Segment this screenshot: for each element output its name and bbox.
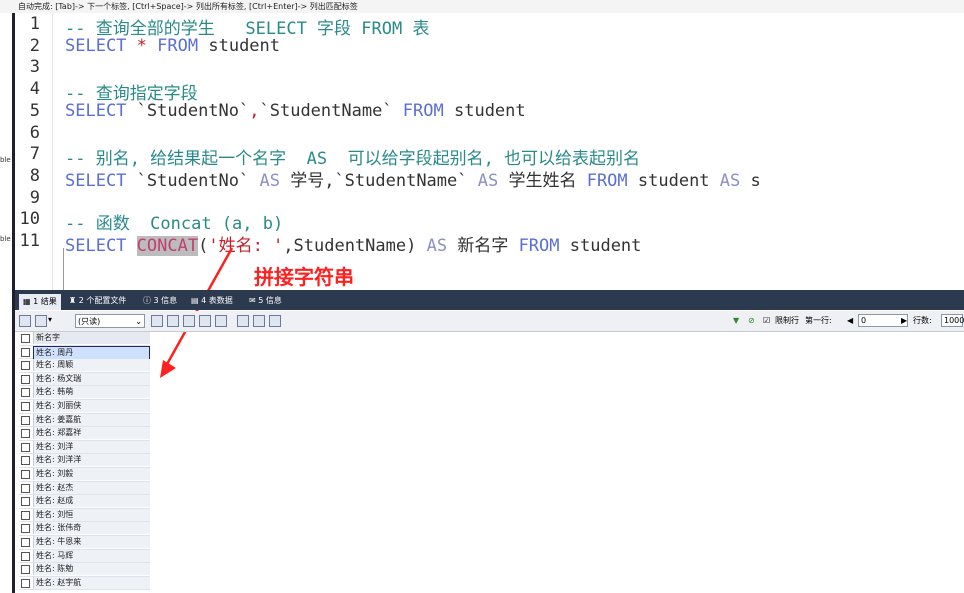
tab-info-2[interactable]: ✉ 5 信息 xyxy=(249,293,282,309)
row-checkbox[interactable] xyxy=(21,415,30,425)
paste-icon[interactable] xyxy=(167,315,179,327)
save-icon[interactable] xyxy=(183,315,195,327)
tab-profile[interactable]: ♜ 2 个配置文件 xyxy=(69,293,126,309)
chevron-down-icon: ⌄ xyxy=(135,317,142,326)
table-cell[interactable]: 姓名: 刘洋 xyxy=(33,440,150,453)
result-grid[interactable]: 新名字 姓名: 周丹 姓名: 周颖 姓名: 杨文瑞 姓名: 韩萌 姓名: 刘丽侠 姓名: … xyxy=(19,332,150,591)
table-cell[interactable]: 姓名: 牛恩来 xyxy=(33,535,150,548)
row-checkbox[interactable] xyxy=(21,388,30,398)
delete-icon[interactable] xyxy=(199,315,211,327)
info-2-tab-icon: ✉ xyxy=(249,296,256,305)
table-row[interactable]: 姓名: 刘恒 xyxy=(19,508,150,523)
limit-rows-checkbox[interactable]: ☑ xyxy=(763,314,770,328)
select-all-checkbox[interactable] xyxy=(21,334,30,343)
export-icon[interactable] xyxy=(35,315,47,327)
row-checkbox[interactable] xyxy=(21,483,30,493)
row-checkbox[interactable] xyxy=(21,361,30,371)
tab-info[interactable]: ⓘ 3 信息 xyxy=(143,293,177,309)
table-row[interactable]: 姓名: 周丹 xyxy=(19,345,150,360)
table-cell[interactable]: 姓名: 周颖 xyxy=(33,359,150,372)
tab-result[interactable]: ▦ 1 结果 xyxy=(19,294,61,310)
table-cell[interactable]: 姓名: 杨文瑞 xyxy=(33,372,150,385)
rows-label: 行数: xyxy=(913,316,932,325)
table-row[interactable]: 姓名: 赵杰 xyxy=(19,481,150,496)
table-cell[interactable]: 姓名: 刘丽侠 xyxy=(33,399,150,412)
table-row[interactable]: 姓名: 刘洋 xyxy=(19,440,150,455)
table-cell[interactable]: 姓名: 张伟奇 xyxy=(33,522,150,535)
next-page-icon[interactable]: ▶ xyxy=(901,314,907,328)
table-row[interactable]: 姓名: 郑嘉祥 xyxy=(19,427,150,441)
table-cell[interactable]: 姓名: 郑嘉祥 xyxy=(33,427,150,440)
text-mode-icon[interactable] xyxy=(269,315,281,327)
row-checkbox[interactable] xyxy=(21,429,30,439)
profile-tab-icon: ♜ xyxy=(69,296,77,305)
table-row[interactable]: 姓名: 赵宇航 xyxy=(19,576,150,591)
table-row[interactable]: 姓名: 姜嘉航 xyxy=(19,413,150,428)
copy-icon[interactable] xyxy=(151,315,163,327)
table-row[interactable]: 姓名: 刘丽侠 xyxy=(19,399,150,414)
row-checkbox[interactable] xyxy=(21,347,30,357)
result-tab-icon: ▦ xyxy=(23,297,31,306)
table-row[interactable]: 姓名: 牛恩来 xyxy=(19,535,150,550)
info-tab-icon: ⓘ xyxy=(143,296,151,305)
clear-filter-icon[interactable]: ⊘ xyxy=(748,314,755,328)
prev-page-icon[interactable]: ◀ xyxy=(847,314,853,328)
table-cell[interactable]: 姓名: 韩萌 xyxy=(33,386,150,399)
table-cell[interactable]: 姓名: 陈勉 xyxy=(33,563,150,576)
table-row[interactable]: 姓名: 张伟奇 xyxy=(19,522,150,536)
mode-select[interactable]: (只读) ⌄ xyxy=(75,314,145,328)
row-checkbox[interactable] xyxy=(21,551,30,561)
table-row[interactable]: 姓名: 韩萌 xyxy=(19,386,150,400)
limit-rows-label: 限制行 xyxy=(775,316,799,325)
table-cell[interactable]: 姓名: 刘恒 xyxy=(33,508,150,521)
table-cell[interactable]: 姓名: 刘毅 xyxy=(33,467,150,480)
grid-header-row: 新名字 xyxy=(19,332,150,346)
table-cell[interactable]: 姓名: 赵成 xyxy=(33,495,150,508)
table-row[interactable]: 姓名: 杨文瑞 xyxy=(19,372,150,387)
dropdown-arrow-icon[interactable]: ▾ xyxy=(48,313,52,327)
table-cell[interactable]: 姓名: 刘洋洋 xyxy=(33,454,150,467)
table-cell[interactable]: 姓名: 赵杰 xyxy=(33,481,150,494)
filter-icon[interactable]: ▼ xyxy=(733,314,739,328)
result-toolbar: ▾ (只读) ⌄ ▼ ⊘ ☑ 限制行 第一行: ◀ 0 ▶ 行数: 1000 xyxy=(15,311,964,332)
row-checkbox[interactable] xyxy=(21,442,30,452)
row-checkbox[interactable] xyxy=(21,401,30,411)
tab-table-data[interactable]: ▤ 4 表数据 xyxy=(191,293,233,309)
table-row[interactable]: 姓名: 刘洋洋 xyxy=(19,454,150,468)
rows-input[interactable]: 1000 xyxy=(941,314,964,327)
refresh-icon[interactable] xyxy=(215,315,227,327)
row-checkbox[interactable] xyxy=(21,374,30,384)
column-header[interactable]: 新名字 xyxy=(33,332,150,344)
first-row-label: 第一行: xyxy=(805,316,832,325)
grid-mode-icon[interactable] xyxy=(237,315,249,327)
row-checkbox[interactable] xyxy=(21,565,30,575)
table-cell[interactable]: 姓名: 赵宇航 xyxy=(33,576,150,589)
row-checkbox[interactable] xyxy=(21,578,30,588)
table-row[interactable]: 姓名: 刘毅 xyxy=(19,467,150,482)
table-cell[interactable]: 姓名: 马辉 xyxy=(33,549,150,562)
row-checkbox[interactable] xyxy=(21,497,30,507)
table-row[interactable]: 姓名: 赵成 xyxy=(19,495,150,509)
table-cell[interactable]: 姓名: 周丹 xyxy=(33,345,150,360)
table-row[interactable]: 姓名: 陈勉 xyxy=(19,563,150,577)
table-data-tab-icon: ▤ xyxy=(191,296,199,305)
row-checkbox[interactable] xyxy=(21,456,30,466)
row-checkbox[interactable] xyxy=(21,524,30,534)
row-checkbox[interactable] xyxy=(21,469,30,479)
form-mode-icon[interactable] xyxy=(253,315,265,327)
table-row[interactable]: 姓名: 马辉 xyxy=(19,549,150,564)
grid-view-icon[interactable] xyxy=(19,315,31,327)
table-row[interactable]: 姓名: 周颖 xyxy=(19,359,150,373)
table-cell[interactable]: 姓名: 姜嘉航 xyxy=(33,413,150,426)
result-tabs: ▦ 1 结果 ♜ 2 个配置文件 ⓘ 3 信息 ▤ 4 表数据 ✉ 5 信息 xyxy=(15,290,964,310)
row-checkbox[interactable] xyxy=(21,537,30,547)
row-checkbox[interactable] xyxy=(21,510,30,520)
